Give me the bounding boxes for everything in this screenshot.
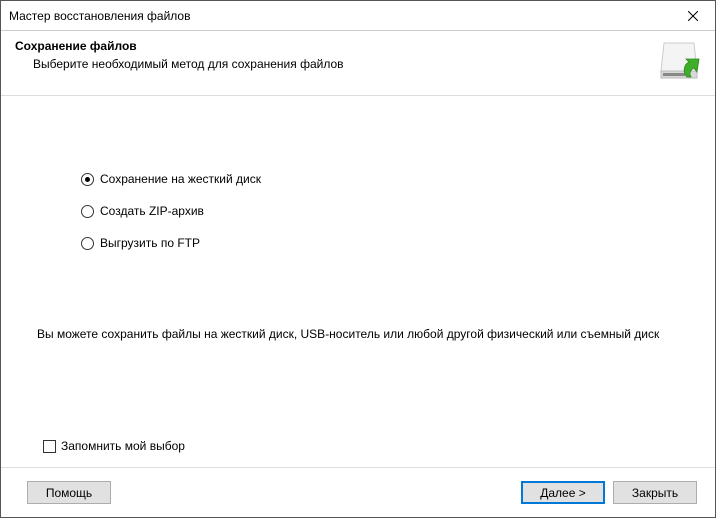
- wizard-content: Сохранение на жесткий диск Создать ZIP-а…: [1, 96, 715, 467]
- titlebar: Мастер восстановления файлов: [1, 1, 715, 31]
- close-icon: [688, 11, 698, 21]
- checkbox-icon: [43, 440, 56, 453]
- radio-label: Создать ZIP-архив: [100, 204, 204, 218]
- wizard-header: Сохранение файлов Выберите необходимый м…: [1, 31, 715, 96]
- drive-recovery-icon: [657, 39, 701, 81]
- window-close-button[interactable]: [671, 1, 715, 31]
- radio-icon: [81, 237, 94, 250]
- radio-icon: [81, 205, 94, 218]
- help-button[interactable]: Помощь: [27, 481, 111, 504]
- method-description: Вы можете сохранить файлы на жесткий дис…: [37, 326, 679, 343]
- checkbox-label: Запомнить мой выбор: [61, 439, 185, 453]
- radio-save-to-disk[interactable]: Сохранение на жесткий диск: [81, 172, 679, 186]
- remember-choice-checkbox[interactable]: Запомнить мой выбор: [43, 439, 185, 453]
- header-text: Сохранение файлов Выберите необходимый м…: [15, 39, 657, 71]
- page-subtitle: Выберите необходимый метод для сохранени…: [15, 57, 657, 71]
- window-title: Мастер восстановления файлов: [9, 9, 671, 23]
- close-button[interactable]: Закрыть: [613, 481, 697, 504]
- radio-icon: [81, 173, 94, 186]
- next-button[interactable]: Далее >: [521, 481, 605, 504]
- radio-upload-ftp[interactable]: Выгрузить по FTP: [81, 236, 679, 250]
- radio-label: Сохранение на жесткий диск: [100, 172, 261, 186]
- save-method-radio-group: Сохранение на жесткий диск Создать ZIP-а…: [81, 172, 679, 268]
- page-title: Сохранение файлов: [15, 39, 657, 53]
- radio-label: Выгрузить по FTP: [100, 236, 200, 250]
- radio-create-zip[interactable]: Создать ZIP-архив: [81, 204, 679, 218]
- wizard-footer: Помощь Далее > Закрыть: [1, 467, 715, 517]
- wizard-window: Мастер восстановления файлов Сохранение …: [0, 0, 716, 518]
